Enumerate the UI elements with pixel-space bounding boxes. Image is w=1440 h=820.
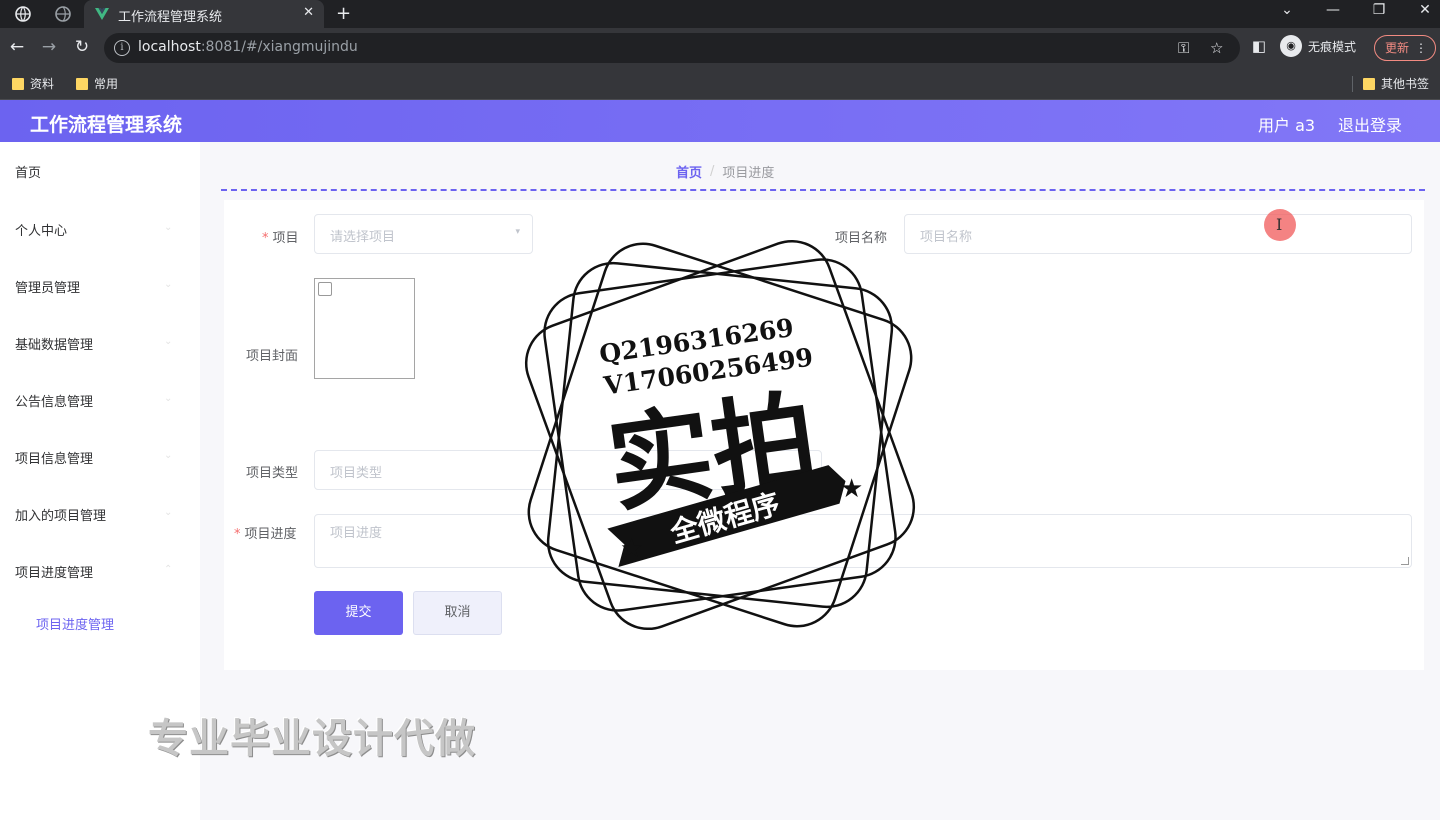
site-info-icon[interactable]: i bbox=[114, 40, 130, 56]
other-bookmarks-label: 其他书签 bbox=[1381, 77, 1430, 91]
bookmark-star-icon[interactable]: ☆ bbox=[1210, 39, 1223, 57]
star-icon: ★ bbox=[840, 474, 863, 504]
tab-title: 工作流程管理系统 bbox=[118, 10, 223, 25]
sidebar-subitem-progress[interactable]: 项目进度管理 bbox=[36, 614, 114, 633]
update-label: 更新 bbox=[1385, 41, 1410, 55]
globe-icon[interactable] bbox=[12, 4, 34, 24]
bookmark-folder-1[interactable]: 资料 bbox=[12, 75, 54, 92]
text-cursor-icon: I bbox=[1276, 215, 1283, 234]
project-type-placeholder: 项目类型 bbox=[330, 466, 383, 481]
sidebar-item-admin[interactable]: 管理员管理 bbox=[15, 277, 80, 296]
back-icon[interactable]: ← bbox=[6, 37, 28, 57]
active-tab[interactable]: 工作流程管理系统 ✕ bbox=[84, 0, 324, 28]
sidebar-item-profile[interactable]: 个人中心 bbox=[15, 220, 67, 239]
sidebar-item-home[interactable]: 首页 bbox=[15, 162, 41, 181]
tab-search-icon[interactable]: ⌄ bbox=[1272, 2, 1302, 18]
address-bar[interactable]: i localhost:8081/#/xiangmujindu ⚿ ☆ bbox=[104, 33, 1240, 63]
project-name-placeholder: 项目名称 bbox=[920, 230, 973, 245]
inactive-tab-globe-icon[interactable] bbox=[52, 4, 74, 24]
side-panel-icon[interactable]: ◧ bbox=[1248, 37, 1270, 55]
chevron-down-icon: ⌄ bbox=[164, 279, 173, 290]
browser-toolbar: ← → ↻ i localhost:8081/#/xiangmujindu ⚿ … bbox=[0, 28, 1440, 68]
project-select[interactable]: 请选择项目 ▾ bbox=[314, 214, 533, 254]
chevron-down-icon: ⌄ bbox=[164, 450, 173, 461]
project-name-input[interactable]: 项目名称 bbox=[904, 214, 1412, 254]
project-select-placeholder: 请选择项目 bbox=[330, 230, 396, 245]
watermark-text: 专业毕业设计代做 bbox=[148, 716, 476, 762]
folder-icon bbox=[1363, 77, 1375, 90]
update-button[interactable]: 更新 ⋮ bbox=[1374, 35, 1436, 61]
chevron-down-icon: ⌄ bbox=[164, 336, 173, 347]
incognito-indicator[interactable]: ◉ 无痕模式 bbox=[1280, 35, 1356, 57]
chevron-down-icon: ⌄ bbox=[164, 393, 173, 404]
other-bookmarks[interactable]: 其他书签 bbox=[1352, 75, 1429, 92]
project-cover-label: 项目封面 bbox=[246, 349, 299, 364]
breadcrumb-divider bbox=[221, 189, 1425, 191]
chevron-down-icon: ⌄ bbox=[164, 222, 173, 233]
close-window-icon[interactable]: ✕ bbox=[1410, 2, 1440, 18]
new-tab-icon[interactable]: + bbox=[336, 3, 351, 24]
resize-handle-icon[interactable] bbox=[1401, 557, 1409, 565]
broken-image-icon bbox=[318, 282, 332, 296]
watermark-stamp: Q2196316269 V17060256499 实拍 全微程序 ★ ★ bbox=[524, 239, 916, 631]
breadcrumb-separator-icon: / bbox=[710, 164, 715, 179]
minimize-icon[interactable]: — bbox=[1318, 2, 1348, 18]
required-mark: * bbox=[234, 527, 241, 542]
chevron-down-icon: ⌄ bbox=[164, 507, 173, 518]
project-progress-placeholder: 项目进度 bbox=[330, 526, 383, 541]
current-user: 用户 a3 bbox=[1258, 116, 1316, 135]
sidebar-item-projects[interactable]: 项目信息管理 bbox=[15, 448, 93, 467]
bookmarks-bar: 资料 常用 其他书签 bbox=[0, 68, 1440, 100]
bookmark-label: 常用 bbox=[94, 77, 119, 91]
cover-upload[interactable] bbox=[314, 278, 415, 379]
incognito-label: 无痕模式 bbox=[1308, 39, 1357, 54]
project-type-label: 项目类型 bbox=[246, 466, 299, 481]
sidebar-item-progress[interactable]: 项目进度管理 bbox=[15, 562, 93, 581]
tab-close-icon[interactable]: ✕ bbox=[303, 5, 314, 20]
url-text[interactable]: localhost:8081/#/xiangmujindu bbox=[138, 39, 358, 55]
browser-tab-bar: 工作流程管理系统 ✕ + ⌄ — ❐ ✕ bbox=[0, 0, 1440, 28]
sidebar-item-joined-projects[interactable]: 加入的项目管理 bbox=[15, 505, 106, 524]
sidebar-item-base-data[interactable]: 基础数据管理 bbox=[15, 334, 93, 353]
cancel-button[interactable]: 取消 bbox=[413, 591, 502, 635]
breadcrumb-home[interactable]: 首页 bbox=[676, 162, 702, 181]
restore-icon[interactable]: ❐ bbox=[1364, 2, 1394, 18]
submit-button[interactable]: 提交 bbox=[314, 591, 403, 635]
star-icon: ★ bbox=[620, 534, 643, 564]
more-menu-icon[interactable]: ⋮ bbox=[1415, 36, 1427, 60]
bookmark-label: 资料 bbox=[30, 77, 55, 91]
chevron-up-icon: ⌃ bbox=[164, 564, 173, 575]
app-header: 工作流程管理系统 用户 a3 退出登录 bbox=[0, 100, 1440, 142]
project-progress-label: * 项目进度 bbox=[234, 527, 297, 542]
forward-icon[interactable]: → bbox=[38, 37, 60, 57]
breadcrumb-current: 项目进度 bbox=[722, 166, 775, 181]
app-title: 工作流程管理系统 bbox=[30, 114, 183, 136]
incognito-icon: ◉ bbox=[1280, 35, 1302, 57]
password-key-icon[interactable]: ⚿ bbox=[1178, 39, 1189, 57]
reload-icon[interactable]: ↻ bbox=[71, 37, 93, 57]
bookmark-folder-2[interactable]: 常用 bbox=[76, 75, 118, 92]
project-label: * 项目 bbox=[262, 231, 299, 246]
breadcrumb: 首页 / 项目进度 bbox=[676, 162, 774, 181]
required-mark: * bbox=[262, 231, 269, 246]
sidebar-item-notices[interactable]: 公告信息管理 bbox=[15, 391, 93, 410]
bookmark-divider bbox=[1352, 75, 1353, 92]
folder-icon bbox=[12, 77, 24, 90]
logout-link[interactable]: 退出登录 bbox=[1338, 112, 1402, 136]
vue-logo-icon bbox=[95, 8, 109, 20]
folder-icon bbox=[76, 77, 88, 90]
